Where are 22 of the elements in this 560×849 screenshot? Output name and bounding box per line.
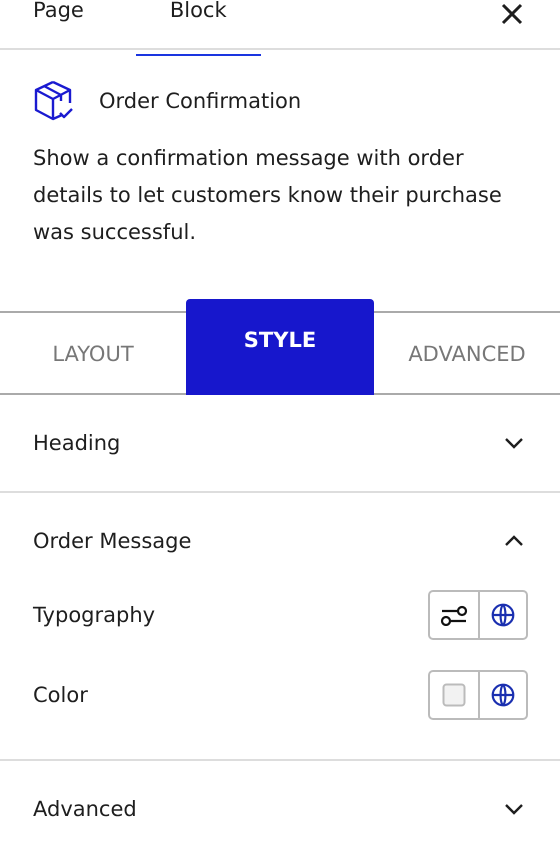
globe-icon [490,602,516,628]
style-tab[interactable]: LAYOUT [0,313,186,395]
block-title: Order Confirmation [99,89,302,113]
chevron-down-icon [504,803,524,815]
close-button[interactable] [500,2,524,26]
setting-label: Color [33,683,88,707]
section-header[interactable]: Order Message [0,493,560,589]
close-icon [500,2,524,26]
section-header[interactable]: Heading [0,395,560,491]
panel-tab[interactable]: Block [136,0,261,56]
box-check-icon [33,80,73,122]
panel-tab[interactable]: Page [0,0,98,56]
color-swatch-icon [442,683,466,707]
globe-icon [490,682,516,708]
chevron-up-icon [504,535,524,547]
sliders-icon [440,604,468,626]
style-tab[interactable]: ADVANCED [374,313,560,395]
block-description: Show a confirmation message with order details to let customers know their purchase was successful. [33,145,503,246]
style-tab[interactable]: STYLE [186,299,374,395]
section-header[interactable]: Advanced [0,761,560,849]
chevron-down-icon [504,437,524,449]
setting-label: Typography [33,603,156,627]
